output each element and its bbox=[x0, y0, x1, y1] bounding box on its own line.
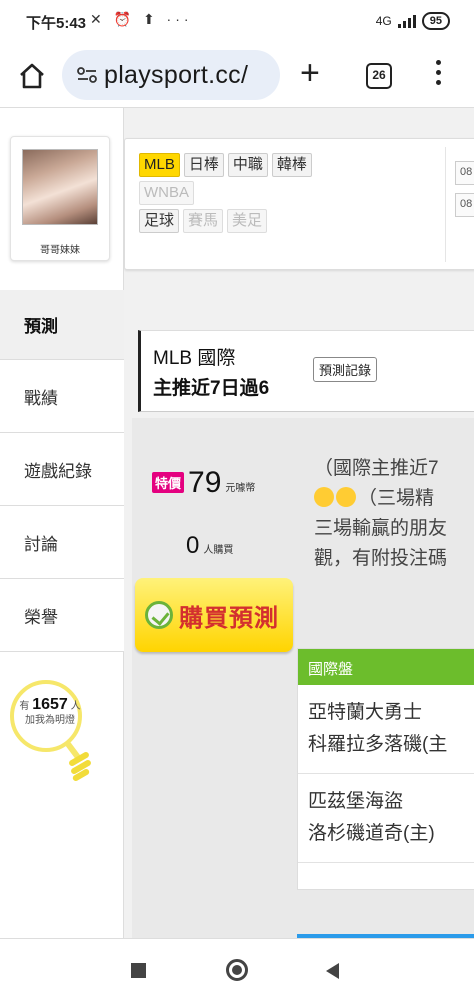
new-tab-button[interactable]: + bbox=[300, 56, 320, 90]
fans-count: 1657 bbox=[32, 696, 68, 713]
home-button-icon[interactable] bbox=[226, 959, 248, 981]
away-team: 匹茲堡海盜 bbox=[308, 791, 404, 812]
sidebar-nav: 預測 戰績 遊戲紀錄 討論 榮譽 bbox=[0, 290, 124, 652]
more-menu-icon[interactable] bbox=[432, 60, 444, 90]
filter-row-2: WNBA bbox=[139, 181, 439, 205]
prediction-record-button[interactable]: 預測記錄 bbox=[313, 357, 378, 382]
filter-chip-npb[interactable]: 日棒 bbox=[183, 153, 224, 177]
battery-icon: 95 bbox=[421, 12, 450, 30]
buyers-count: 0 bbox=[186, 532, 200, 559]
recents-icon[interactable] bbox=[131, 963, 146, 978]
main-content: MLB 日棒 中職 韓棒 WNBA 足球 賽馬 美足 08 08 MLB 國際 … bbox=[124, 108, 474, 938]
fans-counter[interactable]: 有 1657 人 加我為明燈 bbox=[10, 696, 90, 728]
tab-switcher-button[interactable]: 26 bbox=[366, 63, 392, 89]
filter-chip-wnba: WNBA bbox=[139, 181, 194, 205]
profile-sidebar: 哥哥妹妹 預測 戰績 遊戲紀錄 討論 榮譽 有 1657 人 加我為明燈 bbox=[0, 108, 124, 938]
filter-chip-kbo[interactable]: 韓棒 bbox=[271, 153, 312, 177]
fans-caption: 加我為明燈 bbox=[25, 715, 75, 726]
fans-suffix: 人 bbox=[70, 701, 81, 712]
fans-prefix: 有 bbox=[19, 701, 30, 712]
odds-card: 國際盤 亞特蘭大勇士 科羅拉多落磯(主 匹茲堡海盜 洛杉磯道奇(主) bbox=[297, 648, 474, 890]
away-team: 亞特蘭大勇士 bbox=[308, 702, 423, 723]
filter-chip-horse-racing: 賽馬 bbox=[183, 209, 224, 233]
sidebar-item-game-log[interactable]: 遊戲紀錄 bbox=[0, 433, 124, 506]
match-row[interactable]: 亞特蘭大勇士 科羅拉多落磯(主 bbox=[298, 685, 474, 774]
date-chip[interactable]: 08 bbox=[455, 161, 474, 185]
desc-line-text: （三場精 bbox=[358, 488, 435, 509]
price-row: 特價 79 元噱幣 bbox=[152, 468, 255, 498]
sidebar-item-discussion[interactable]: 討論 bbox=[0, 506, 124, 579]
price-value: 79 bbox=[188, 466, 222, 499]
filter-row-1: MLB 日棒 中職 韓棒 bbox=[139, 153, 439, 177]
sidebar-item-predictions[interactable]: 預測 bbox=[0, 290, 124, 360]
system-nav-bar bbox=[0, 938, 474, 1000]
lightbulb-icon[interactable] bbox=[8, 676, 98, 786]
odds-header: 國際盤 bbox=[298, 649, 474, 685]
home-team: 洛杉磯道奇(主) bbox=[308, 823, 435, 844]
desc-line: （三場精 bbox=[314, 484, 474, 514]
buy-prediction-button[interactable]: 購買預測 bbox=[135, 578, 293, 652]
notification-icons: ✕ ⏰ ⬆ ··· bbox=[90, 11, 193, 27]
network-type-icon: 4G bbox=[375, 14, 392, 28]
home-icon[interactable] bbox=[18, 62, 46, 90]
desc-line: 觀，有附投注碼 bbox=[314, 548, 448, 569]
star-eyes-emoji-icon bbox=[336, 487, 356, 507]
desc-line: （國際主推近7 bbox=[314, 458, 439, 479]
sidebar-item-honors[interactable]: 榮譽 bbox=[0, 579, 124, 652]
buyers-unit: 人購買 bbox=[203, 545, 234, 556]
back-icon[interactable] bbox=[326, 963, 339, 979]
home-team: 科羅拉多落磯(主 bbox=[308, 734, 448, 755]
price-unit: 元噱幣 bbox=[225, 483, 256, 494]
filter-chip-soccer[interactable]: 足球 bbox=[139, 209, 180, 233]
checkmark-coin-icon bbox=[145, 601, 173, 629]
match-row[interactable]: 匹茲堡海盜 洛杉磯道奇(主) bbox=[298, 774, 474, 863]
profile-name[interactable]: 哥哥妹妹 bbox=[11, 241, 109, 256]
star-eyes-emoji-icon bbox=[314, 487, 334, 507]
signal-icon bbox=[397, 14, 416, 28]
date-chip[interactable]: 08 bbox=[455, 193, 474, 217]
prediction-title-card: MLB 國際 主推近7日過6 預測記錄 bbox=[138, 330, 474, 412]
status-bar: 下午5:43 ✕ ⏰ ⬆ ··· 4G 95 bbox=[0, 0, 474, 44]
sale-badge: 特價 bbox=[152, 472, 185, 493]
prediction-headline: 主推近7日過6 bbox=[153, 378, 270, 399]
browser-toolbar: playsport.cc/ + 26 bbox=[0, 44, 474, 108]
prediction-description: （國際主推近7 （三場精 三場輸贏的朋友 觀，有附投注碼 bbox=[314, 454, 474, 574]
sidebar-item-record[interactable]: 戰績 bbox=[0, 360, 124, 433]
status-time: 下午5:43 bbox=[26, 15, 87, 32]
filter-divider bbox=[445, 147, 446, 262]
status-right: 4G 95 bbox=[376, 12, 450, 30]
desc-line: 三場輸贏的朋友 bbox=[314, 518, 448, 539]
avatar[interactable] bbox=[22, 149, 98, 225]
address-bar[interactable]: playsport.cc/ bbox=[62, 50, 280, 100]
filter-row-3: 足球 賽馬 美足 bbox=[139, 209, 439, 233]
site-settings-icon[interactable] bbox=[76, 66, 98, 84]
prediction-body: 特價 79 元噱幣 0 人購買 購買預測 （國際主推近7 （三場精 三場輸贏的朋… bbox=[132, 418, 474, 938]
filter-chip-mlb[interactable]: MLB bbox=[139, 153, 180, 177]
buyers-row: 0 人購買 bbox=[186, 532, 233, 560]
filter-chip-cpbl[interactable]: 中職 bbox=[227, 153, 268, 177]
league-title: MLB 國際 bbox=[153, 348, 236, 369]
profile-card[interactable]: 哥哥妹妹 bbox=[10, 136, 110, 261]
buy-prediction-label: 購買預測 bbox=[179, 604, 279, 632]
league-filter-panel: MLB 日棒 中職 韓棒 WNBA 足球 賽馬 美足 08 08 bbox=[124, 138, 474, 270]
filter-chip-nfl: 美足 bbox=[227, 209, 268, 233]
url-text[interactable]: playsport.cc/ bbox=[104, 61, 248, 90]
